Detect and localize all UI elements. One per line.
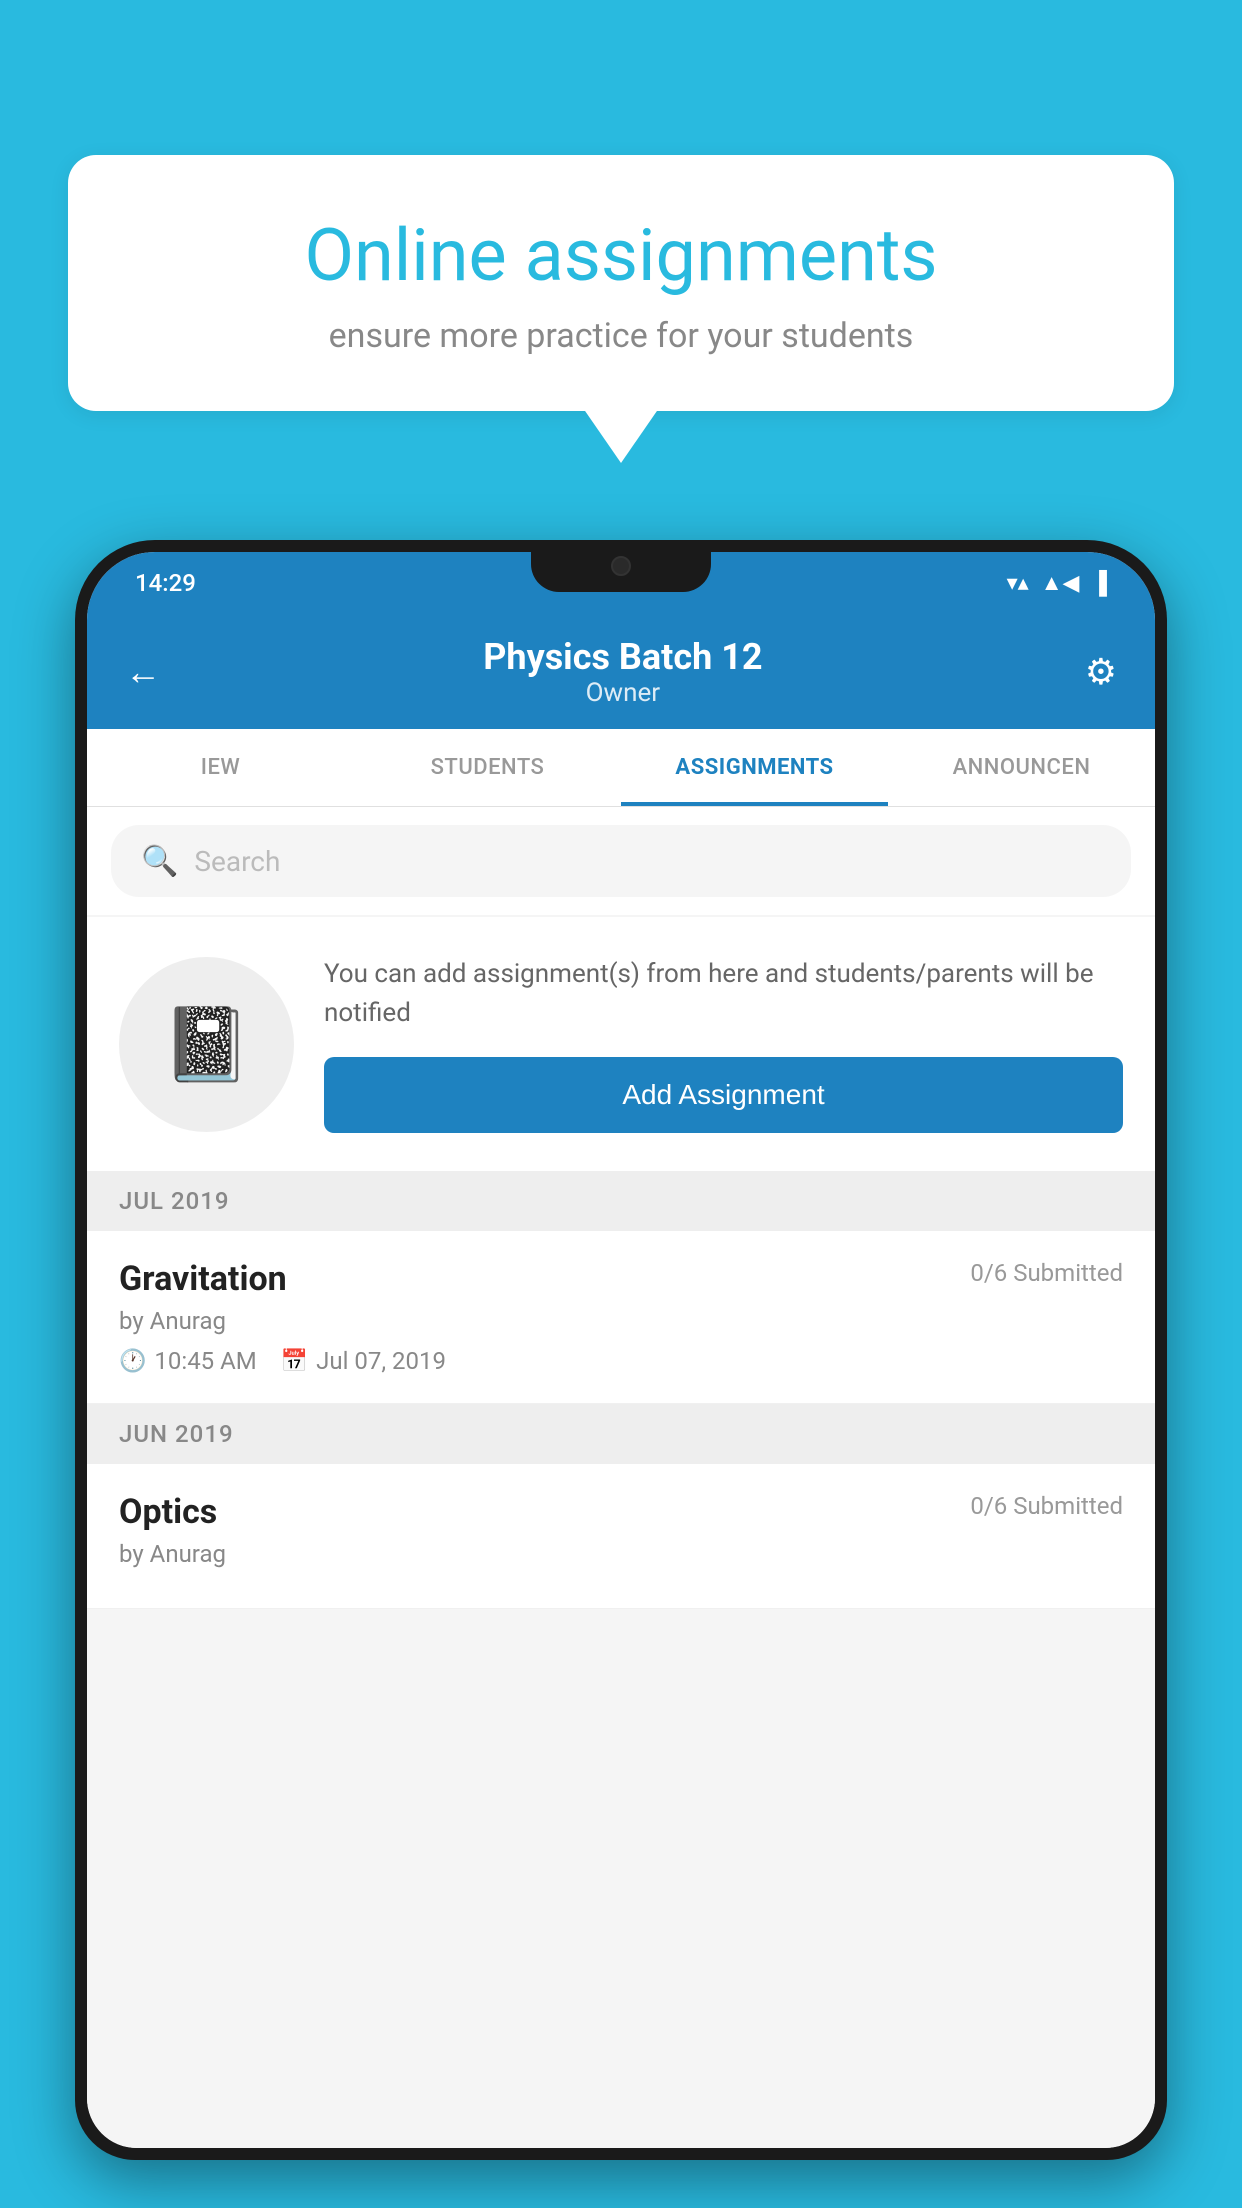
status-time: 14:29: [135, 569, 196, 597]
assignment-optics-title: Optics: [119, 1492, 217, 1532]
assignment-gravitation-submitted: 0/6 Submitted: [970, 1259, 1123, 1287]
app-header: ← Physics Batch 12 Owner ⚙: [87, 614, 1155, 729]
screen: 14:29 ▾▴ ▲◀ ▐ ← Physics Batch 12 Owner ⚙: [87, 552, 1155, 2148]
section-header-jul: JUL 2019: [87, 1171, 1155, 1231]
signal-icon: ▲◀: [1041, 570, 1080, 596]
calendar-icon: 📅: [281, 1349, 308, 1374]
speech-bubble: Online assignments ensure more practice …: [68, 155, 1174, 411]
search-container: 🔍 Search: [87, 807, 1155, 915]
assignment-optics-by: by Anurag: [119, 1540, 1123, 1568]
tab-announcements-label: ANNOUNCEN: [953, 755, 1091, 780]
assignment-optics[interactable]: Optics 0/6 Submitted by Anurag: [87, 1464, 1155, 1609]
phone-notch: [531, 552, 711, 592]
tab-students-label: STUDENTS: [431, 755, 545, 780]
section-header-jun-label: JUN 2019: [119, 1420, 234, 1448]
assignment-optics-submitted: 0/6 Submitted: [970, 1492, 1123, 1520]
search-placeholder: Search: [194, 845, 280, 878]
assignment-optics-top: Optics 0/6 Submitted: [119, 1492, 1123, 1532]
assignment-gravitation-meta: 🕐 10:45 AM 📅 Jul 07, 2019: [119, 1347, 1123, 1375]
assignment-gravitation-date-text: Jul 07, 2019: [316, 1347, 446, 1375]
assignment-gravitation-top: Gravitation 0/6 Submitted: [119, 1259, 1123, 1299]
promo-text: You can add assignment(s) from here and …: [324, 955, 1123, 1033]
assignment-gravitation-time: 🕐 10:45 AM: [119, 1347, 257, 1375]
add-assignment-button[interactable]: Add Assignment: [324, 1057, 1123, 1133]
assignment-gravitation-by: by Anurag: [119, 1307, 1123, 1335]
clock-icon: 🕐: [119, 1349, 146, 1374]
tab-announcements[interactable]: ANNOUNCEN: [888, 729, 1155, 806]
tab-iew-label: IEW: [201, 755, 241, 780]
assignment-gravitation-date: 📅 Jul 07, 2019: [281, 1347, 446, 1375]
tab-assignments-label: ASSIGNMENTS: [675, 755, 833, 780]
screen-content: 🔍 Search 📓 You can add assignment(s) fro…: [87, 807, 1155, 2148]
tab-assignments[interactable]: ASSIGNMENTS: [621, 729, 888, 806]
section-header-jun: JUN 2019: [87, 1404, 1155, 1464]
assignment-gravitation-title: Gravitation: [119, 1259, 287, 1299]
promo-icon-circle: 📓: [119, 957, 294, 1132]
phone-frame: 14:29 ▾▴ ▲◀ ▐ ← Physics Batch 12 Owner ⚙: [75, 540, 1167, 2160]
assignment-gravitation[interactable]: Gravitation 0/6 Submitted by Anurag 🕐 10…: [87, 1231, 1155, 1404]
back-button[interactable]: ←: [125, 651, 161, 693]
assignment-gravitation-time-text: 10:45 AM: [154, 1347, 256, 1375]
header-subtitle: Owner: [483, 678, 762, 708]
tab-iew[interactable]: IEW: [87, 729, 354, 806]
settings-icon[interactable]: ⚙: [1085, 651, 1117, 693]
camera: [611, 556, 631, 576]
search-icon: 🔍: [141, 844, 178, 879]
screen-full: 14:29 ▾▴ ▲◀ ▐ ← Physics Batch 12 Owner ⚙: [87, 552, 1155, 2148]
speech-bubble-container: Online assignments ensure more practice …: [68, 155, 1174, 411]
phone-container: 14:29 ▾▴ ▲◀ ▐ ← Physics Batch 12 Owner ⚙: [75, 540, 1167, 2208]
header-title: Physics Batch 12: [483, 636, 762, 678]
header-center: Physics Batch 12 Owner: [483, 636, 762, 708]
battery-icon: ▐: [1091, 570, 1107, 596]
promo-content: You can add assignment(s) from here and …: [324, 955, 1123, 1133]
promo-card: 📓 You can add assignment(s) from here an…: [87, 917, 1155, 1171]
bubble-subtitle: ensure more practice for your students: [138, 316, 1104, 356]
status-icons: ▾▴ ▲◀ ▐: [1007, 570, 1107, 596]
notebook-icon: 📓: [162, 1002, 252, 1087]
tab-bar: IEW STUDENTS ASSIGNMENTS ANNOUNCEN: [87, 729, 1155, 807]
search-bar[interactable]: 🔍 Search: [111, 825, 1131, 897]
wifi-icon: ▾▴: [1007, 571, 1029, 596]
section-header-jul-label: JUL 2019: [119, 1187, 230, 1215]
tab-students[interactable]: STUDENTS: [354, 729, 621, 806]
bubble-title: Online assignments: [138, 215, 1104, 298]
